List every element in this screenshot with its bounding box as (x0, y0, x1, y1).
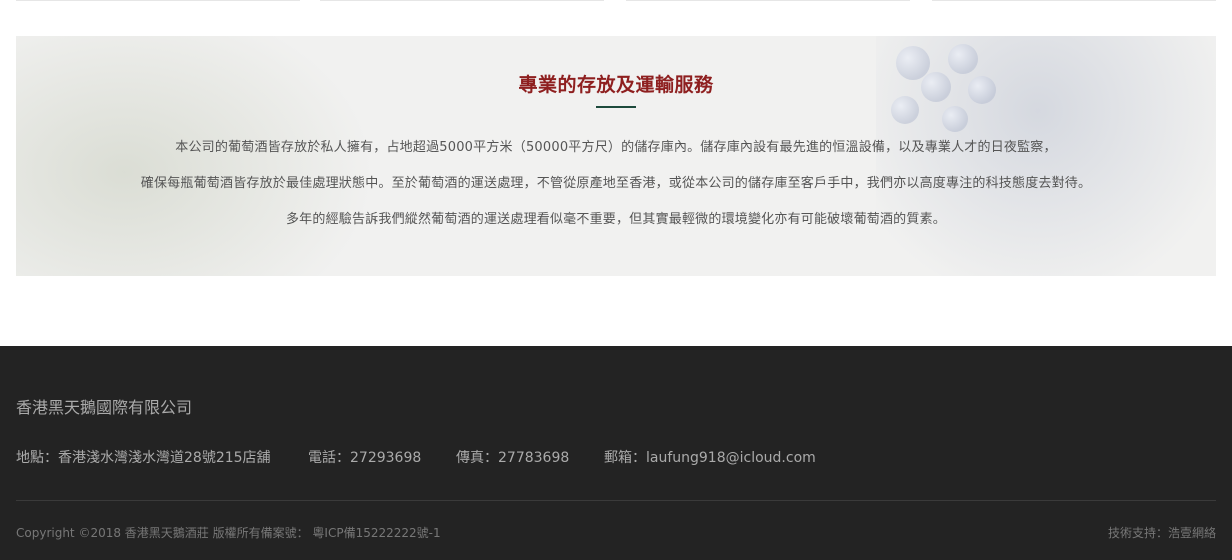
grape-decoration (942, 106, 968, 132)
footer-divider (16, 500, 1216, 501)
paragraph-line: 本公司的葡萄酒皆存放於私人擁有，占地超過5000平方米（50000平方尺）的儲存… (175, 140, 1057, 155)
title-underline (596, 106, 636, 108)
top-card-edge (626, 0, 910, 1)
top-card-edges (16, 0, 1216, 2)
paragraph-line: 多年的經驗告訴我們縱然葡萄酒的運送處理看似毫不重要，但其實最輕微的環境變化亦有可… (285, 212, 946, 227)
email-text: 郵箱：laufung918@icloud.com (604, 450, 816, 466)
copyright-text: Copyright ©2018 香港黑天鵝酒莊 版權所有備案號： 粵ICP備15… (16, 526, 441, 540)
tech-support-link[interactable]: 技術支持：浩壹網絡 (1108, 524, 1216, 541)
storage-service-section: 專業的存放及運輸服務 本公司的葡萄酒皆存放於私人擁有，占地超過5000平方米（5… (16, 36, 1216, 276)
phone-text: 電話：27293698 (308, 450, 422, 466)
fax-text: 傳真：27783698 (456, 450, 570, 466)
top-card-edge (320, 0, 604, 1)
site-footer: 香港黑天鵝國際有限公司 地點：香港淺水灣淺水灣道28號215店舖 電話：2729… (0, 346, 1232, 560)
address-text: 地點：香港淺水灣淺水灣道28號215店舖 (16, 450, 271, 466)
company-name: 香港黑天鵝國際有限公司 (16, 398, 193, 417)
top-card-edge (16, 0, 300, 1)
paragraph-line: 確保每瓶葡萄酒皆存放於最佳處理狀態中。至於葡萄酒的運送處理，不管從原產地至香港，… (140, 176, 1092, 191)
grape-decoration (891, 96, 919, 124)
top-card-edge (932, 0, 1216, 1)
section-title: 專業的存放及運輸服務 (518, 74, 714, 96)
